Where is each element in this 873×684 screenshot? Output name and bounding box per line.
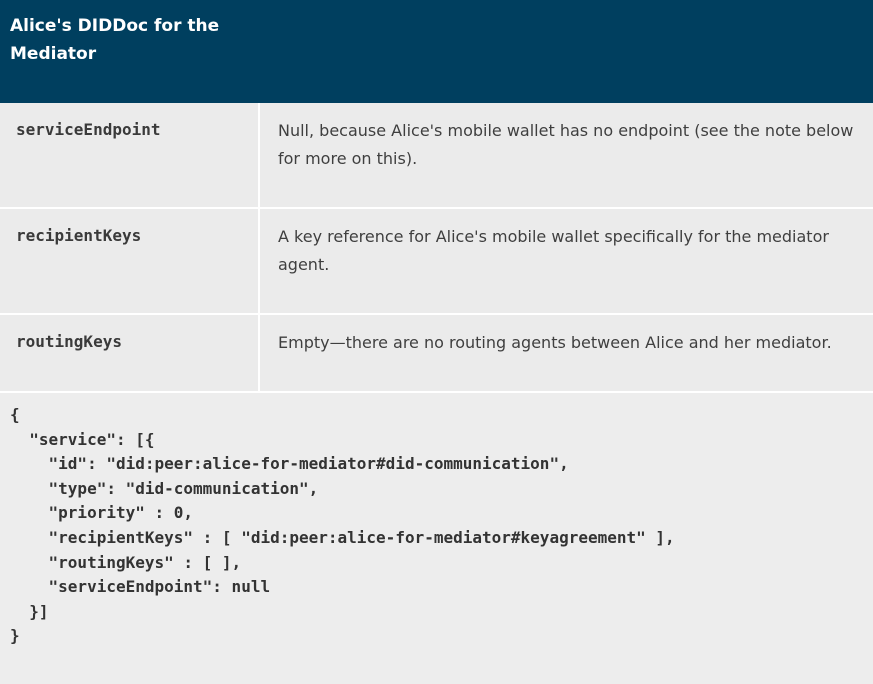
code-block: { "service": [{ "id": "did:peer:alice-fo… bbox=[0, 393, 873, 684]
property-name: routingKeys bbox=[0, 315, 260, 391]
page-title: Alice's DIDDoc for the Mediator bbox=[10, 16, 220, 64]
table-row: serviceEndpoint Null, because Alice's mo… bbox=[0, 103, 873, 209]
property-description: A key reference for Alice's mobile walle… bbox=[278, 227, 829, 274]
properties-table: serviceEndpoint Null, because Alice's mo… bbox=[0, 103, 873, 393]
property-description: Empty—there are no routing agents betwee… bbox=[278, 333, 832, 352]
table-row: routingKeys Empty—there are no routing a… bbox=[0, 315, 873, 393]
page-header: Alice's DIDDoc for the Mediator bbox=[0, 0, 873, 103]
property-description: Null, because Alice's mobile wallet has … bbox=[278, 121, 854, 168]
property-name: recipientKeys bbox=[0, 209, 260, 313]
property-name: serviceEndpoint bbox=[0, 103, 260, 207]
table-row: recipientKeys A key reference for Alice'… bbox=[0, 209, 873, 315]
